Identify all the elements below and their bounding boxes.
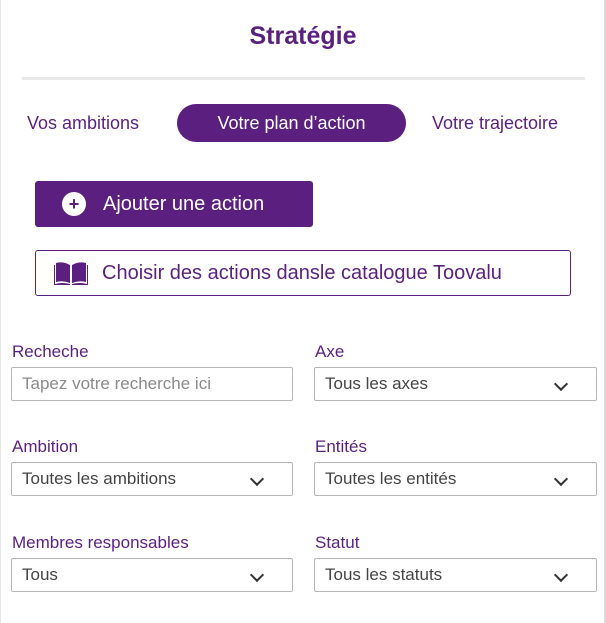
chevron-down-icon bbox=[249, 567, 265, 583]
add-action-button[interactable]: + Ajouter une action bbox=[35, 181, 313, 227]
catalog-button-label: Choisir des actions dansle catalogue Too… bbox=[102, 261, 502, 284]
strategy-panel: Stratégie Vos ambitions Votre plan d’act… bbox=[0, 0, 606, 623]
axe-select-value: Tous les axes bbox=[325, 374, 428, 393]
axe-label: Axe bbox=[315, 342, 345, 361]
entites-label: Entités bbox=[315, 437, 367, 456]
search-input[interactable] bbox=[11, 367, 293, 401]
tab-ambitions[interactable]: Vos ambitions bbox=[27, 104, 139, 142]
title-divider bbox=[22, 77, 585, 80]
membres-label: Membres responsables bbox=[12, 533, 189, 552]
membres-select-value: Tous bbox=[22, 565, 58, 584]
entites-select[interactable]: Toutes les entités bbox=[314, 462, 597, 496]
catalog-button[interactable]: Choisir des actions dansle catalogue Too… bbox=[35, 250, 571, 296]
statut-select-value: Tous les statuts bbox=[325, 565, 443, 584]
chevron-down-icon bbox=[249, 471, 265, 487]
panel-left-border bbox=[0, 0, 1, 623]
chevron-down-icon bbox=[553, 376, 569, 392]
chevron-down-icon bbox=[553, 567, 569, 583]
search-label: Recheche bbox=[12, 342, 89, 361]
ambition-label: Ambition bbox=[12, 437, 79, 456]
statut-label: Statut bbox=[315, 533, 360, 552]
membres-select[interactable]: Tous bbox=[11, 558, 293, 592]
ambition-select[interactable]: Toutes les ambitions bbox=[11, 462, 293, 496]
chevron-down-icon bbox=[553, 471, 569, 487]
tab-plan-action[interactable]: Votre plan d’action bbox=[177, 104, 406, 142]
add-action-label: Ajouter une action bbox=[103, 192, 265, 215]
plus-circle-icon: + bbox=[62, 192, 86, 216]
ambition-select-value: Toutes les ambitions bbox=[22, 469, 177, 488]
axe-select[interactable]: Tous les axes bbox=[314, 367, 597, 401]
page-title: Stratégie bbox=[249, 22, 357, 50]
tab-trajectoire[interactable]: Votre trajectoire bbox=[432, 104, 558, 142]
statut-select[interactable]: Tous les statuts bbox=[314, 558, 597, 592]
entites-select-value: Toutes les entités bbox=[325, 469, 457, 488]
open-book-icon bbox=[54, 262, 88, 285]
